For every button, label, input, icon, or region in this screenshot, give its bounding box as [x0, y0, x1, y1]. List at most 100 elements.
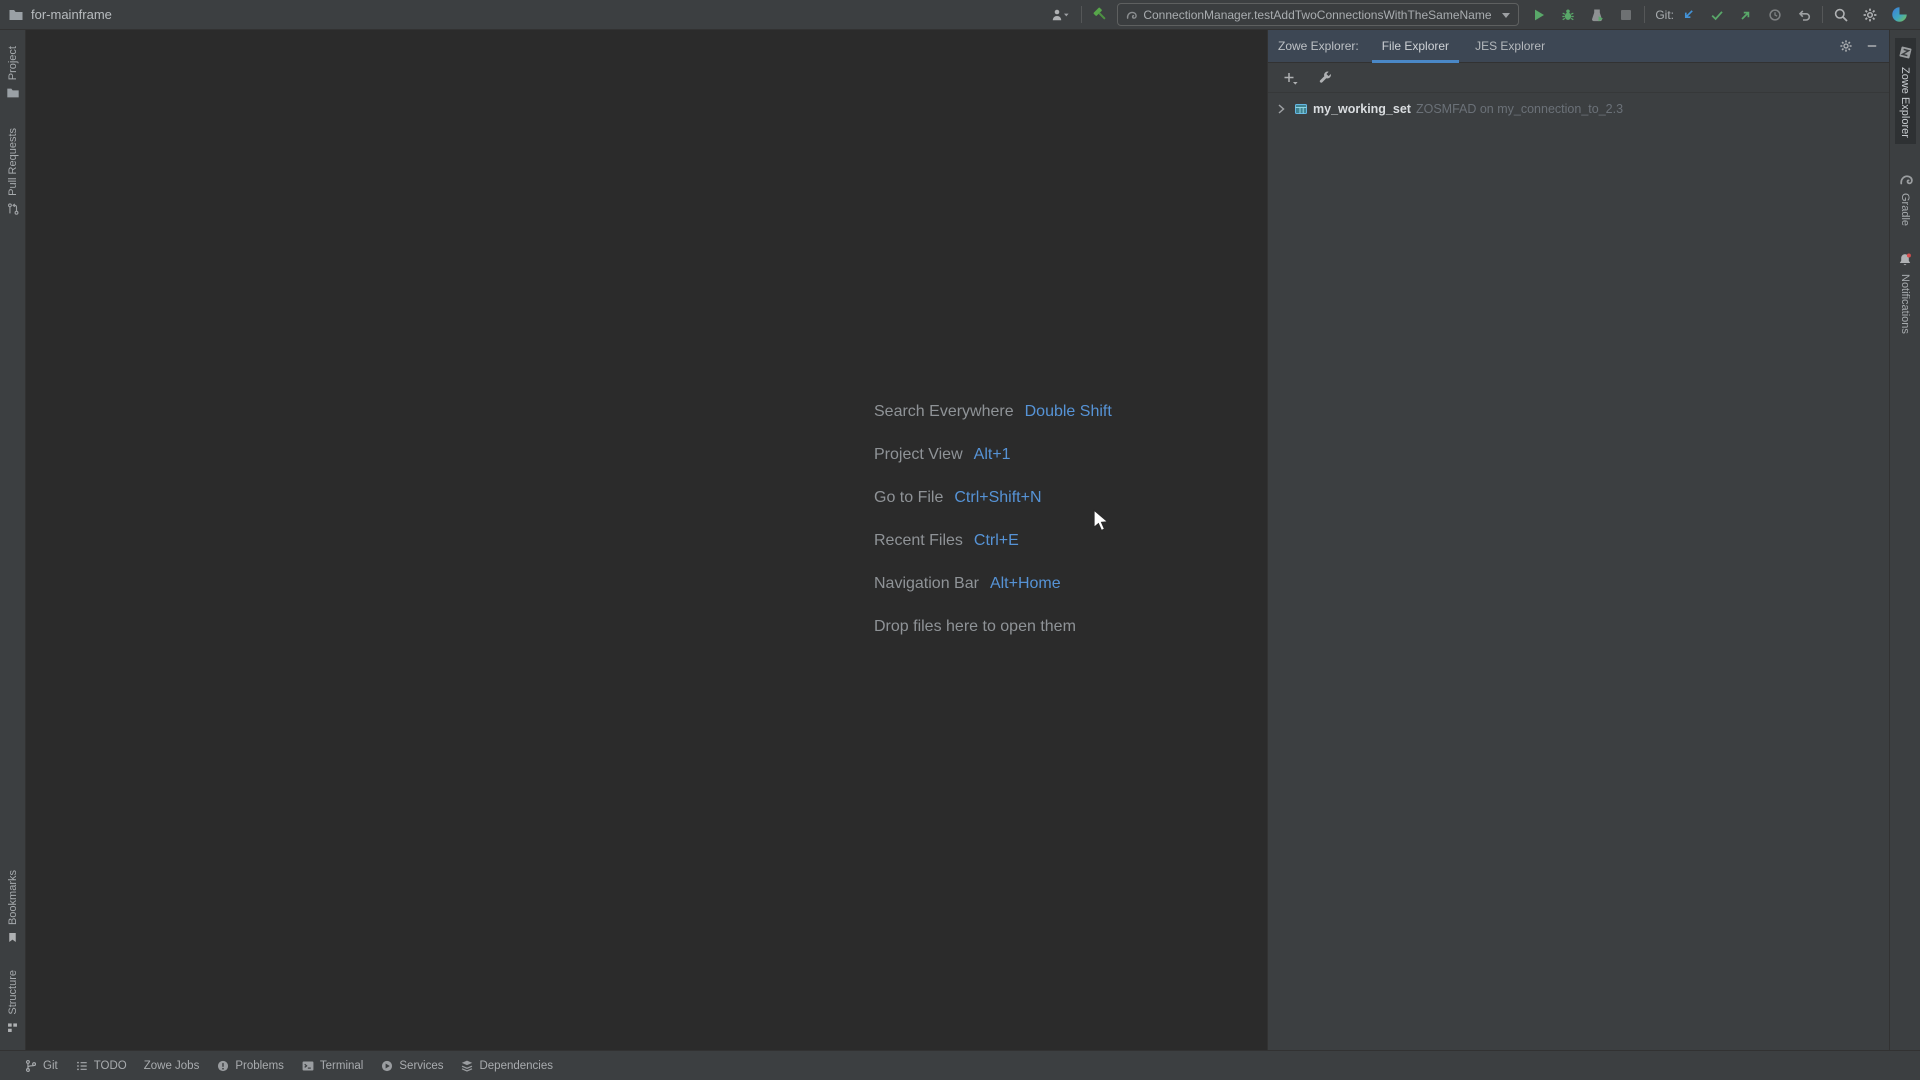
shortcut-keys: Alt+Home: [989, 574, 1061, 592]
right-stripe: Zowe Explorer Gradle Notifications: [1889, 30, 1920, 1050]
tab-jes-explorer[interactable]: JES Explorer: [1462, 30, 1558, 63]
stop-icon: [1621, 9, 1632, 20]
shortcut-keys: Double Shift: [1024, 402, 1112, 420]
dependencies-icon: [462, 1060, 473, 1072]
gradle-task-icon: [1125, 9, 1138, 21]
shortcut-label: Navigation Bar: [874, 574, 979, 592]
toolbar-divider: [1081, 6, 1083, 23]
shortcut-keys: Alt+1: [973, 445, 1011, 463]
statusbar-item-dependencies[interactable]: Dependencies: [460, 1059, 553, 1073]
statusbar-item-git[interactable]: Git: [24, 1059, 58, 1073]
stripe-label: Bookmarks: [6, 870, 19, 926]
build-project-button[interactable]: [1090, 4, 1111, 25]
commit-icon: [1711, 10, 1723, 20]
sidebar-item-bookmarks[interactable]: Bookmarks: [4, 864, 21, 950]
statusbar-label: Git: [43, 1059, 58, 1072]
shortcut-label: Project View: [874, 445, 963, 463]
debug-button[interactable]: [1558, 5, 1578, 25]
run-config-value: ConnectionManager.testAddTwoConnectionsW…: [1143, 7, 1492, 22]
shortcut-row: Project View Alt+1: [874, 433, 1112, 476]
git-branch-icon: [25, 1059, 37, 1072]
statusbar-item-problems[interactable]: Problems: [216, 1059, 284, 1073]
sidebar-item-pull-requests[interactable]: Pull Requests: [4, 122, 22, 222]
window-title: for-mainframe: [31, 7, 112, 22]
shortcut-keys: Ctrl+E: [973, 531, 1019, 549]
tab-file-explorer[interactable]: File Explorer: [1369, 30, 1462, 63]
mouse-cursor: [1092, 509, 1112, 535]
rollback-icon: [1798, 9, 1811, 21]
statusbar-item-services[interactable]: Services: [380, 1059, 443, 1073]
status-bar: Git TODO Zowe Jobs Problems Terminal Ser…: [0, 1050, 1920, 1080]
git-label: Git:: [1655, 7, 1674, 22]
rollback-button[interactable]: [1794, 5, 1814, 25]
coverage-icon: [1592, 9, 1604, 21]
stripe-label: Structure: [6, 970, 19, 1015]
zowe-z-icon: [1899, 46, 1911, 59]
update-project-button[interactable]: [1678, 5, 1698, 25]
statusbar-label: Terminal: [319, 1059, 364, 1072]
tree-row-working-set[interactable]: my_working_set ZOSMFAD on my_connection_…: [1268, 97, 1889, 121]
shortcut-label: Go to File: [874, 488, 944, 506]
shortcut-label: Search Everywhere: [874, 402, 1014, 420]
git-actions-group: [1678, 5, 1814, 25]
folder-icon: [6, 88, 19, 98]
run-with-coverage-button[interactable]: [1587, 5, 1607, 25]
stripe-label: Project: [6, 46, 19, 81]
code-with-me-button[interactable]: [1889, 4, 1910, 25]
sidebar-item-zowe-explorer[interactable]: Zowe Explorer: [1894, 38, 1916, 144]
shortcut-row: Navigation Bar Alt+Home: [874, 562, 1112, 605]
commit-button[interactable]: [1707, 5, 1727, 25]
run-config-combo[interactable]: ConnectionManager.testAddTwoConnectionsW…: [1117, 3, 1520, 26]
working-set-name: my_working_set: [1313, 102, 1411, 116]
minimize-icon: [1867, 45, 1877, 47]
debug-icon: [1562, 9, 1575, 20]
chevron-right-icon[interactable]: [1273, 101, 1289, 117]
statusbar-label: Services: [399, 1059, 444, 1072]
statusbar-label: Zowe Jobs: [143, 1059, 200, 1072]
stop-button[interactable]: [1616, 5, 1636, 25]
sidebar-item-notifications[interactable]: Notifications: [1895, 246, 1915, 340]
pull-request-icon: [7, 203, 18, 215]
add-working-set-button[interactable]: [1280, 68, 1301, 88]
push-button[interactable]: [1736, 5, 1756, 25]
settings-wrench-button[interactable]: [1316, 68, 1335, 87]
stripe-label: Zowe Explorer: [1899, 67, 1911, 138]
settings-button[interactable]: [1860, 5, 1880, 25]
search-everywhere-button[interactable]: [1831, 5, 1851, 25]
shortcut-label: Recent Files: [874, 531, 963, 549]
statusbar-label: Problems: [235, 1059, 284, 1072]
sidebar-item-gradle[interactable]: Gradle: [1896, 166, 1915, 232]
sidebar-item-project[interactable]: Project: [4, 40, 22, 106]
run-icon: [1535, 9, 1545, 20]
editor-empty-state: Search Everywhere Double Shift Project V…: [26, 30, 1267, 1050]
zowe-panel-toolbar: [1268, 63, 1889, 93]
statusbar-item-todo[interactable]: TODO: [75, 1059, 127, 1073]
sidebar-item-structure[interactable]: Structure: [4, 964, 21, 1040]
shortcut-row: Search Everywhere Double Shift: [874, 390, 1112, 433]
working-set-icon: [1294, 102, 1308, 116]
run-button[interactable]: [1529, 5, 1549, 25]
run-actions-group: [1529, 5, 1636, 25]
user-accounts-button[interactable]: [1048, 5, 1073, 25]
panel-settings-button[interactable]: [1837, 37, 1855, 55]
toolbar-divider: [1822, 6, 1823, 23]
main-toolbar: for-mainframe ConnectionManager.testAddT…: [0, 0, 1920, 30]
history-button[interactable]: [1765, 5, 1785, 25]
update-project-icon: [1684, 9, 1693, 18]
statusbar-label: Dependencies: [479, 1059, 554, 1072]
add-icon: [1284, 72, 1298, 85]
statusbar-item-zowe-jobs[interactable]: Zowe Jobs: [144, 1060, 200, 1072]
gear-icon: [1863, 8, 1877, 21]
statusbar-item-terminal[interactable]: Terminal: [301, 1059, 363, 1073]
zowe-panel-header: Zowe Explorer: File Explorer JES Explore…: [1268, 30, 1889, 63]
left-stripe: Project Pull Requests Bookmarks Structur…: [0, 30, 26, 1050]
shortcut-row: Recent Files Ctrl+E: [874, 519, 1112, 562]
shortcut-row: Go to File Ctrl+Shift+N: [874, 476, 1112, 519]
terminal-icon: [302, 1060, 314, 1071]
search-icon: [1834, 8, 1848, 22]
gradle-elephant-icon: [1899, 175, 1913, 185]
panel-hide-button[interactable]: [1863, 37, 1881, 55]
main-area: Project Pull Requests Bookmarks Structur…: [0, 30, 1920, 1050]
structure-icon: [8, 1023, 17, 1032]
shortcut-hints: Search Everywhere Double Shift Project V…: [874, 390, 1112, 648]
